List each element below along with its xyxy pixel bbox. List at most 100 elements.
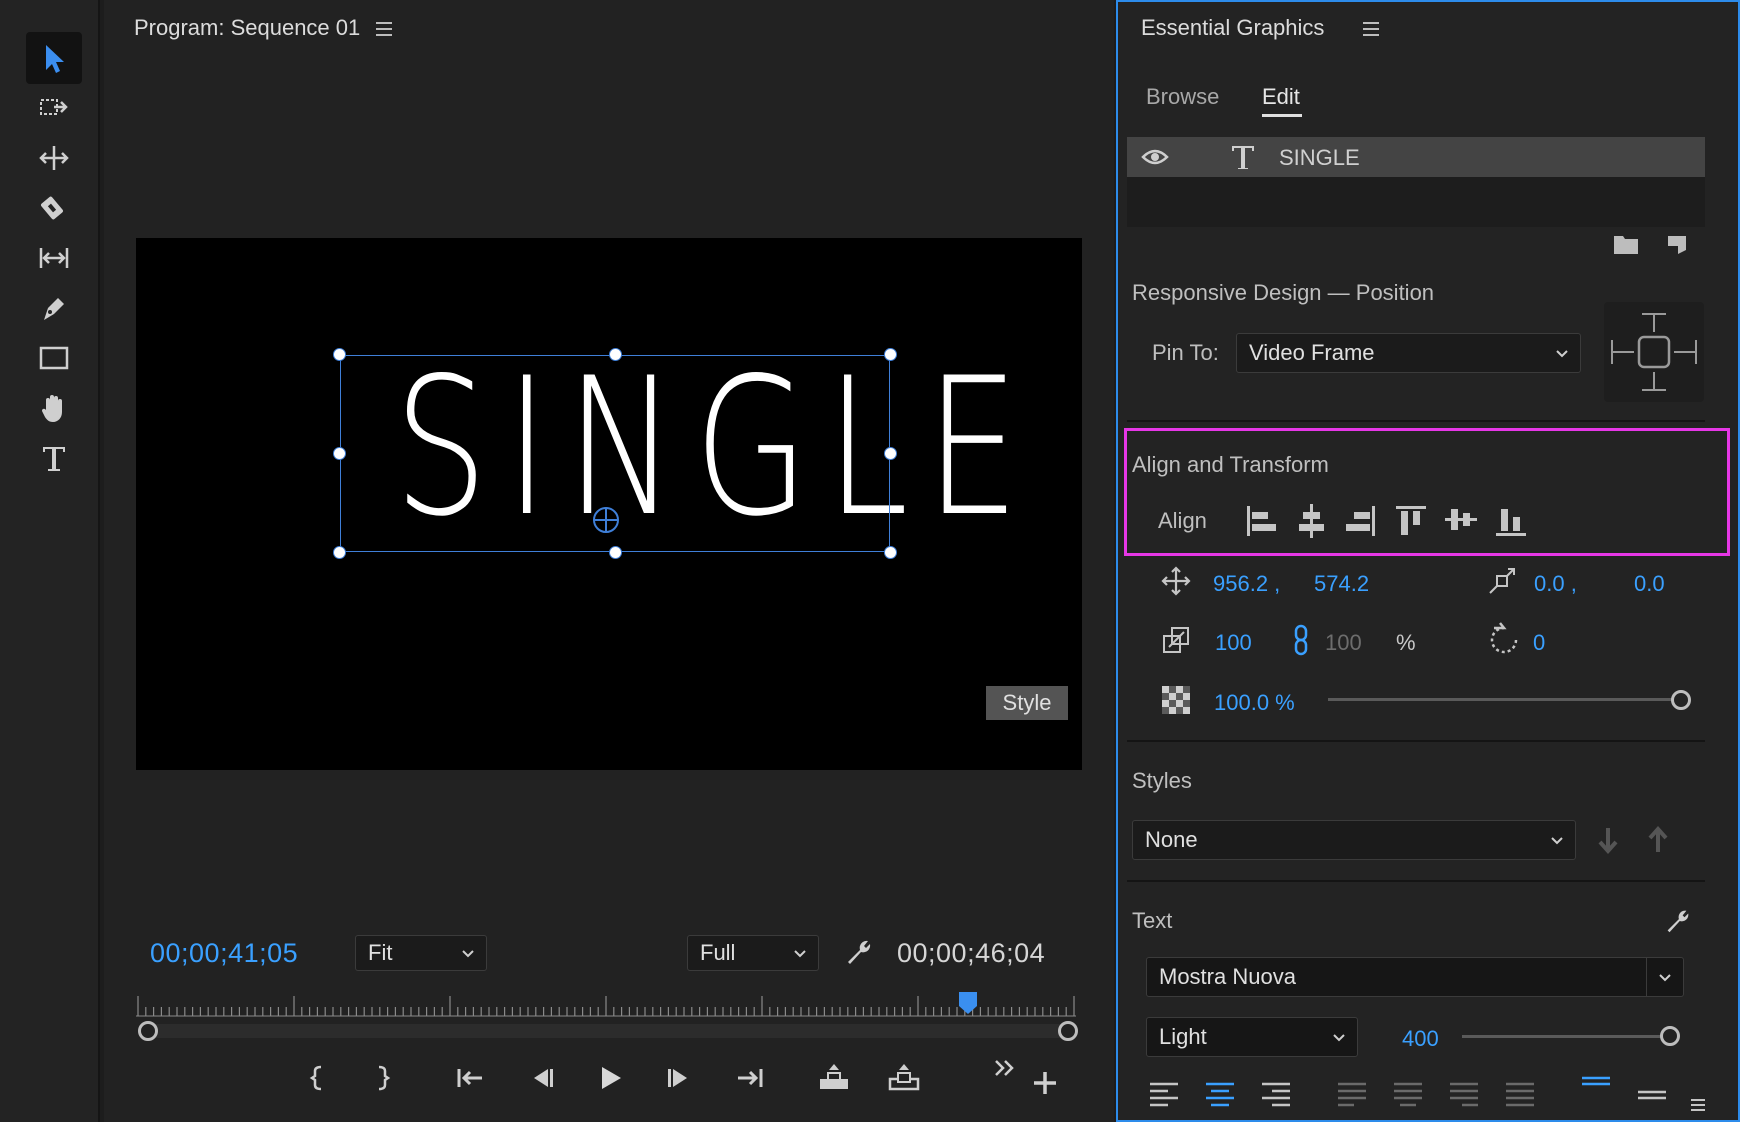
align-bottom-icon[interactable] [1493,500,1529,540]
step-forward-icon [668,1069,687,1087]
button-editor-button[interactable] [1030,1068,1060,1098]
anchor-x-value[interactable]: 0.0 , [1534,571,1577,597]
track-select-tool-button[interactable] [26,82,82,134]
lift-button[interactable] [814,1058,854,1098]
pen-tool-button[interactable] [26,282,82,334]
handle-bottom-left[interactable] [333,546,346,559]
tab-edit[interactable]: Edit [1262,84,1300,110]
go-to-in-button[interactable] [451,1058,491,1098]
scale-value[interactable]: 100 [1215,630,1252,656]
type-tool-button[interactable] [26,432,82,484]
opacity-value[interactable]: 100.0 % [1214,690,1295,716]
scrollbar-right-handle[interactable] [1058,1021,1078,1041]
more-controls-button[interactable] [992,1056,1018,1082]
mark-out-button[interactable] [362,1058,402,1098]
hand-tool-button[interactable] [26,382,82,434]
ripple-edit-tool-button[interactable] [26,132,82,184]
link-chain-icon[interactable] [1290,624,1312,656]
extract-button[interactable] [884,1058,924,1098]
go-to-out-button[interactable] [729,1058,769,1098]
rotation-value[interactable]: 0 [1533,630,1545,656]
scale-icon [1163,627,1189,653]
mark-out-icon [378,1065,391,1091]
center-align-text-icon[interactable] [1204,1078,1236,1110]
align-right-icon[interactable] [1343,500,1379,540]
step-back-button[interactable] [521,1058,561,1098]
opacity-slider-knob[interactable] [1671,690,1691,710]
new-group-folder-icon[interactable] [1612,232,1640,256]
position-move-icon [1161,566,1191,596]
duration-timecode: 00;00;46;04 [897,938,1046,968]
chevron-down-icon [794,950,806,958]
eg-menu-icon[interactable] [1363,22,1381,36]
scrollbar-left-handle[interactable] [138,1021,158,1041]
text-settings-wrench-icon[interactable] [1662,906,1692,936]
rectangle-tool-button[interactable] [26,332,82,384]
type-icon [43,447,65,471]
section-divider [1127,880,1705,882]
bottom-align-text-icon[interactable] [1688,1094,1708,1114]
push-style-down-icon[interactable] [1596,826,1620,854]
align-top-icon[interactable] [1393,500,1429,540]
font-style-dropdown[interactable]: Light [1146,1017,1358,1057]
pin-to-dropdown[interactable]: Video Frame [1236,333,1581,373]
styles-dropdown[interactable]: None [1132,820,1576,860]
tab-browse[interactable]: Browse [1146,84,1219,110]
new-layer-icon[interactable] [1664,232,1688,256]
justify-all-icon[interactable] [1504,1078,1536,1110]
align-vertical-center-icon[interactable] [1443,500,1479,540]
anchor-y-value[interactable]: 0.0 [1634,571,1665,597]
pin-edges-widget[interactable] [1604,302,1704,402]
double-chevron-right-icon [995,1060,1014,1076]
razor-tool-button[interactable] [26,182,82,234]
justify-last-right-icon[interactable] [1448,1078,1480,1110]
tools-panel [0,0,100,1122]
current-timecode[interactable]: 00;00;41;05 [150,938,298,969]
align-left-icon[interactable] [1243,500,1279,540]
anchor-point-icon [1489,568,1515,594]
align-horizontal-center-icon[interactable] [1293,500,1329,540]
handle-top-center[interactable] [609,348,622,361]
handle-middle-left[interactable] [333,447,346,460]
slip-tool-button[interactable] [26,232,82,284]
position-y-value[interactable]: 574.2 [1314,571,1369,597]
right-align-text-icon[interactable] [1260,1078,1292,1110]
justify-last-left-icon[interactable] [1336,1078,1368,1110]
handle-bottom-center[interactable] [609,546,622,559]
handle-top-left[interactable] [333,348,346,361]
active-tab-underline [1262,114,1302,117]
eye-visibility-icon[interactable] [1141,147,1169,167]
zoom-scrollbar[interactable] [138,1021,1078,1041]
font-size-value[interactable]: 400 [1402,1026,1439,1052]
rotation-icon [1490,622,1518,654]
mark-in-button[interactable] [298,1058,338,1098]
top-align-text-icon[interactable] [1580,1072,1612,1104]
anchor-point-icon[interactable] [591,505,621,535]
font-family-dropdown[interactable]: Mostra Nuova [1146,957,1684,997]
step-forward-button[interactable] [660,1058,700,1098]
handle-top-right[interactable] [884,348,897,361]
layer-list-empty-area[interactable] [1127,177,1705,227]
opacity-slider-track[interactable] [1328,698,1682,701]
font-size-slider-track[interactable] [1462,1035,1668,1038]
handle-bottom-right[interactable] [884,546,897,559]
playhead[interactable] [957,990,979,1016]
layer-name: SINGLE [1279,145,1360,170]
pin-to-value: Video Frame [1249,340,1375,365]
time-ruler[interactable] [136,990,1076,1018]
program-menu-icon[interactable] [376,22,394,36]
selection-tool-button[interactable] [26,32,82,84]
zoom-dropdown[interactable]: Fit [355,935,487,971]
position-x-value[interactable]: 956.2 , [1213,571,1280,597]
play-button[interactable] [590,1058,630,1098]
hand-icon [41,395,62,422]
layer-row-single[interactable]: SINGLE [1127,137,1705,177]
resolution-dropdown[interactable]: Full [687,935,819,971]
justify-last-center-icon[interactable] [1392,1078,1424,1110]
center-vertical-text-icon[interactable] [1636,1080,1668,1112]
handle-middle-right[interactable] [884,447,897,460]
settings-wrench-icon[interactable] [842,936,874,968]
left-align-text-icon[interactable] [1148,1078,1180,1110]
push-style-up-icon[interactable] [1646,826,1670,854]
font-size-slider-knob[interactable] [1660,1026,1680,1046]
